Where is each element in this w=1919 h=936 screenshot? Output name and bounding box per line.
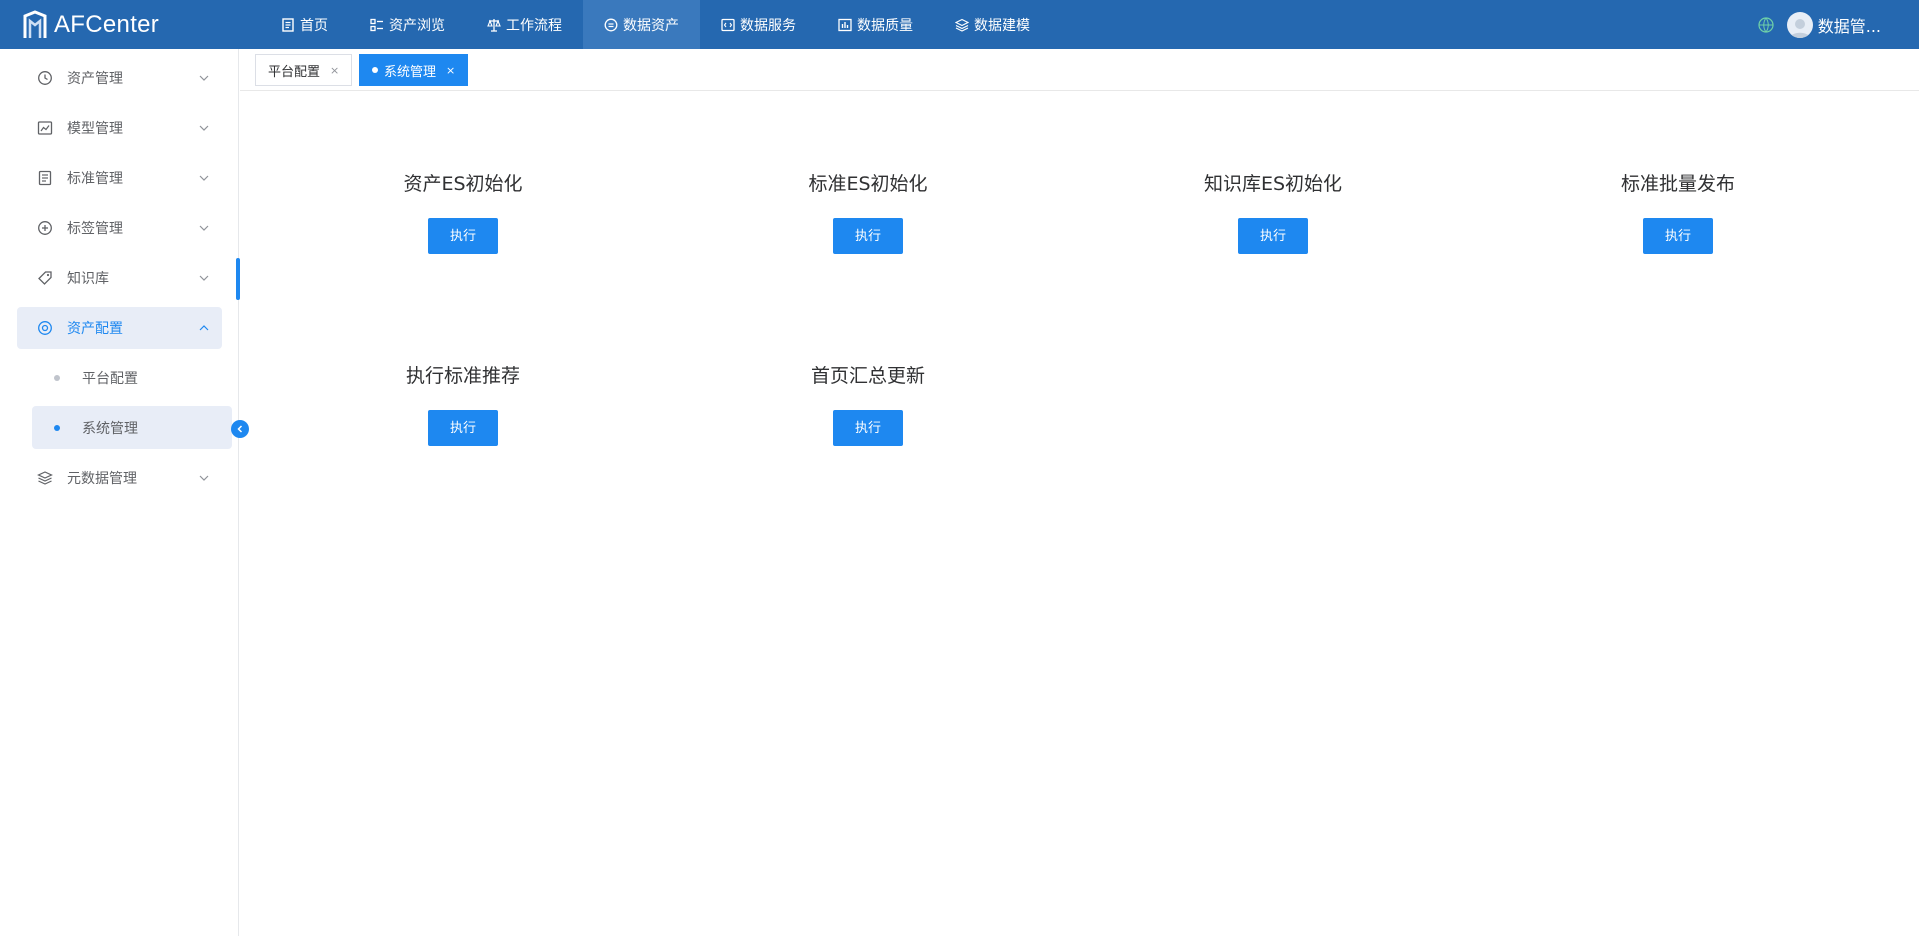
nav-item-workflow[interactable]: 工作流程 bbox=[466, 0, 583, 49]
sidebar-item-metadata-management[interactable]: 元数据管理 bbox=[17, 457, 222, 499]
sidebar-item-label: 标签管理 bbox=[67, 221, 123, 237]
sidebar: 资产管理 模型管理 标准管理 标签管理 知识库 资产配置 平台配置 系统管理 元… bbox=[0, 49, 239, 936]
clock-icon bbox=[38, 71, 52, 85]
nav-item-asset-browse[interactable]: 资产浏览 bbox=[349, 0, 466, 49]
sidebar-item-tag-management[interactable]: 标签管理 bbox=[17, 207, 222, 249]
tag-icon bbox=[38, 271, 52, 285]
sidebar-item-model-management[interactable]: 模型管理 bbox=[17, 107, 222, 149]
nav-item-data-services[interactable]: 数据服务 bbox=[700, 0, 817, 49]
sidebar-item-asset-config[interactable]: 资产配置 bbox=[17, 307, 222, 349]
nav-item-data-assets[interactable]: 数据资产 bbox=[583, 0, 700, 49]
nav-item-label: 数据质量 bbox=[857, 17, 913, 34]
execute-button[interactable]: 执行 bbox=[1643, 218, 1713, 254]
sidebar-subitem-label: 平台配置 bbox=[82, 370, 138, 387]
nav-item-label: 数据资产 bbox=[623, 17, 679, 34]
nav-item-data-quality[interactable]: 数据质量 bbox=[817, 0, 934, 49]
task-title: 资产ES初始化 bbox=[403, 173, 523, 195]
task-card-standard-recommend: 执行标准推荐 执行 bbox=[313, 362, 613, 446]
task-title: 知识库ES初始化 bbox=[1203, 173, 1343, 195]
tab-label: 平台配置 bbox=[268, 64, 321, 80]
nav-item-home[interactable]: 首页 bbox=[260, 0, 349, 49]
sidebar-subitem-platform-config[interactable]: 平台配置 bbox=[32, 356, 232, 399]
sidebar-subitem-system-management[interactable]: 系统管理 bbox=[32, 406, 232, 449]
nav-item-label: 数据建模 bbox=[974, 17, 1030, 34]
sidebar-item-label: 模型管理 bbox=[67, 121, 123, 137]
execute-button[interactable]: 执行 bbox=[833, 410, 903, 446]
sidebar-subitem-label: 系统管理 bbox=[82, 420, 138, 437]
task-card-knowledge-es-init: 知识库ES初始化 执行 bbox=[1123, 170, 1423, 254]
task-card-standard-es-init: 标准ES初始化 执行 bbox=[718, 170, 1018, 254]
app-logo-text: AFCenter bbox=[54, 10, 160, 38]
main-nav: 首页 资产浏览 工作流程 数据资产 数据服务 数据质量 数据建模 bbox=[260, 0, 1051, 49]
plus-circle-icon bbox=[38, 221, 52, 235]
task-card-standard-batch-publish: 标准批量发布 执行 bbox=[1528, 170, 1828, 254]
chevron-down-icon bbox=[199, 75, 209, 81]
bar-chart-icon bbox=[838, 18, 852, 31]
bullet-dot-icon bbox=[54, 425, 60, 431]
document-icon bbox=[282, 17, 294, 32]
active-dot-icon bbox=[372, 67, 378, 73]
sidebar-item-label: 标准管理 bbox=[67, 171, 123, 187]
chevron-down-icon bbox=[199, 125, 209, 131]
layers-icon bbox=[955, 18, 969, 32]
task-card-asset-es-init: 资产ES初始化 执行 bbox=[313, 170, 613, 254]
chevron-left-icon bbox=[237, 425, 243, 433]
execute-button[interactable]: 执行 bbox=[1238, 218, 1308, 254]
sidebar-item-label: 资产管理 bbox=[67, 71, 123, 87]
nav-item-data-modeling[interactable]: 数据建模 bbox=[934, 0, 1051, 49]
nav-item-label: 资产浏览 bbox=[389, 17, 445, 34]
nav-item-label: 工作流程 bbox=[506, 17, 562, 34]
execute-button[interactable]: 执行 bbox=[428, 410, 498, 446]
chevron-down-icon bbox=[199, 475, 209, 481]
app-logo[interactable]: AFCenter bbox=[0, 0, 250, 49]
chevron-up-icon bbox=[199, 325, 209, 331]
code-icon bbox=[721, 18, 735, 31]
tab-system-management[interactable]: 系统管理 × bbox=[359, 54, 469, 86]
close-icon[interactable]: × bbox=[446, 64, 455, 77]
chevron-down-icon bbox=[199, 275, 209, 281]
layers-icon bbox=[37, 471, 53, 485]
tab-label: 系统管理 bbox=[384, 64, 437, 80]
nav-item-label: 首页 bbox=[300, 17, 328, 34]
sidebar-item-knowledge-base[interactable]: 知识库 bbox=[17, 257, 222, 299]
sidebar-collapse-button[interactable] bbox=[231, 420, 249, 438]
user-name[interactable]: 数据管... bbox=[1818, 13, 1881, 37]
task-card-home-summary-update: 首页汇总更新 执行 bbox=[718, 362, 1018, 446]
close-icon[interactable]: × bbox=[330, 64, 339, 77]
execute-button[interactable]: 执行 bbox=[428, 218, 498, 254]
tab-bar: 平台配置 × 系统管理 × bbox=[240, 49, 1919, 91]
user-area: 数据管... bbox=[1757, 0, 1881, 49]
tab-platform-config[interactable]: 平台配置 × bbox=[255, 54, 353, 86]
task-title: 标准批量发布 bbox=[1620, 173, 1735, 195]
chevron-down-icon bbox=[199, 175, 209, 181]
list-icon bbox=[370, 18, 383, 31]
sidebar-item-label: 元数据管理 bbox=[67, 471, 137, 487]
bullet-dot-icon bbox=[54, 375, 60, 381]
chevron-down-icon bbox=[199, 225, 209, 231]
sidebar-active-indicator bbox=[236, 258, 240, 300]
task-title: 标准ES初始化 bbox=[808, 173, 928, 195]
top-navigation-bar: AFCenter 首页 资产浏览 工作流程 数据资产 数据服务 数据质量 数据建… bbox=[0, 0, 1919, 49]
settings-icon bbox=[38, 321, 52, 335]
afcenter-logo-icon bbox=[23, 9, 47, 38]
sidebar-item-standard-management[interactable]: 标准管理 bbox=[17, 157, 222, 199]
database-icon bbox=[604, 18, 618, 31]
document-icon bbox=[38, 170, 52, 186]
scale-icon bbox=[487, 18, 501, 32]
task-title: 首页汇总更新 bbox=[810, 365, 925, 387]
theme-icon[interactable] bbox=[1757, 16, 1775, 34]
nav-item-label: 数据服务 bbox=[740, 17, 796, 34]
task-title: 执行标准推荐 bbox=[405, 365, 520, 387]
sidebar-item-label: 知识库 bbox=[67, 271, 109, 287]
avatar[interactable] bbox=[1786, 11, 1813, 38]
user-avatar-icon bbox=[1789, 18, 1810, 38]
execute-button[interactable]: 执行 bbox=[833, 218, 903, 254]
sidebar-item-asset-management[interactable]: 资产管理 bbox=[17, 57, 222, 99]
sidebar-item-label: 资产配置 bbox=[67, 321, 123, 337]
line-chart-icon bbox=[37, 121, 53, 135]
